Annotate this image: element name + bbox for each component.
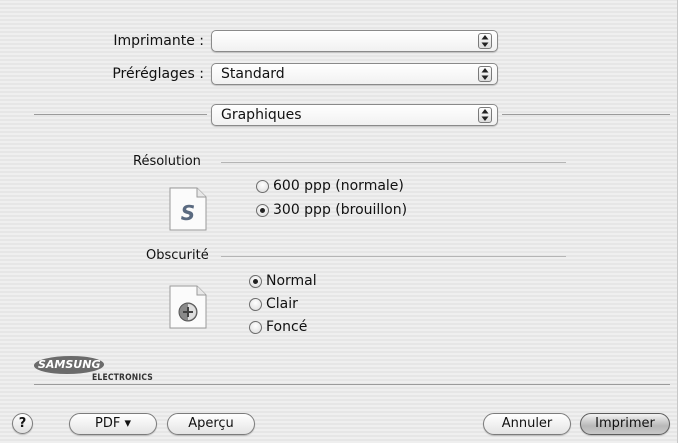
presets-popup[interactable]: Standard [211, 63, 498, 85]
separator-right [502, 114, 670, 115]
darkness-option-fonce[interactable]: Foncé [249, 317, 307, 337]
resolution-option-300[interactable]: 300 ppp (brouillon) [256, 200, 407, 220]
radio-label: 300 ppp (brouillon) [273, 202, 408, 218]
radio-label: Normal [266, 273, 317, 289]
svg-text:S: S [181, 201, 195, 225]
print-button[interactable]: Imprimer [580, 413, 670, 435]
cancel-button[interactable]: Annuler [483, 413, 571, 435]
darkness-divider [221, 256, 566, 257]
pdf-button[interactable]: PDF ▾ [69, 413, 157, 435]
samsung-logo: SAMSUNG ELECTRONICS [32, 356, 174, 386]
darkness-option-normal[interactable]: Normal [249, 271, 317, 291]
print-dialog: Imprimante : Préréglages : Standard Grap… [0, 0, 678, 443]
darkness-option-clair[interactable]: Clair [249, 294, 298, 314]
document-s-icon: S [169, 187, 207, 231]
presets-value: Standard [221, 66, 285, 82]
popup-arrows-icon [478, 107, 492, 123]
popup-arrows-icon [478, 66, 492, 82]
radio-label: Foncé [266, 319, 308, 335]
panel-value: Graphiques [221, 107, 302, 123]
radio-button[interactable] [249, 320, 262, 334]
resolution-option-600[interactable]: 600 ppp (normale) [256, 176, 404, 196]
darkness-label: Obscurité [146, 248, 209, 263]
radio-button-selected[interactable] [256, 203, 269, 217]
document-darkness-icon [169, 285, 207, 329]
radio-button-selected[interactable] [249, 274, 262, 288]
logo-brand-sub: ELECTRONICS [92, 373, 153, 383]
resolution-label: Résolution [133, 154, 201, 169]
logo-brand-name: SAMSUNG [38, 358, 101, 371]
panel-popup[interactable]: Graphiques [211, 104, 498, 126]
resolution-divider [221, 162, 566, 163]
separator-left [34, 114, 207, 115]
popup-arrows-icon [478, 33, 492, 49]
help-button[interactable]: ? [12, 413, 33, 434]
radio-button[interactable] [256, 179, 269, 193]
radio-label: Clair [266, 296, 298, 312]
bottom-separator [34, 384, 670, 385]
radio-label: 600 ppp (normale) [273, 178, 404, 194]
preview-button[interactable]: Aperçu [167, 413, 255, 435]
printer-popup[interactable] [211, 30, 498, 52]
presets-label: Préréglages : [112, 66, 204, 82]
printer-label: Imprimante : [113, 33, 204, 49]
radio-button[interactable] [249, 297, 262, 311]
